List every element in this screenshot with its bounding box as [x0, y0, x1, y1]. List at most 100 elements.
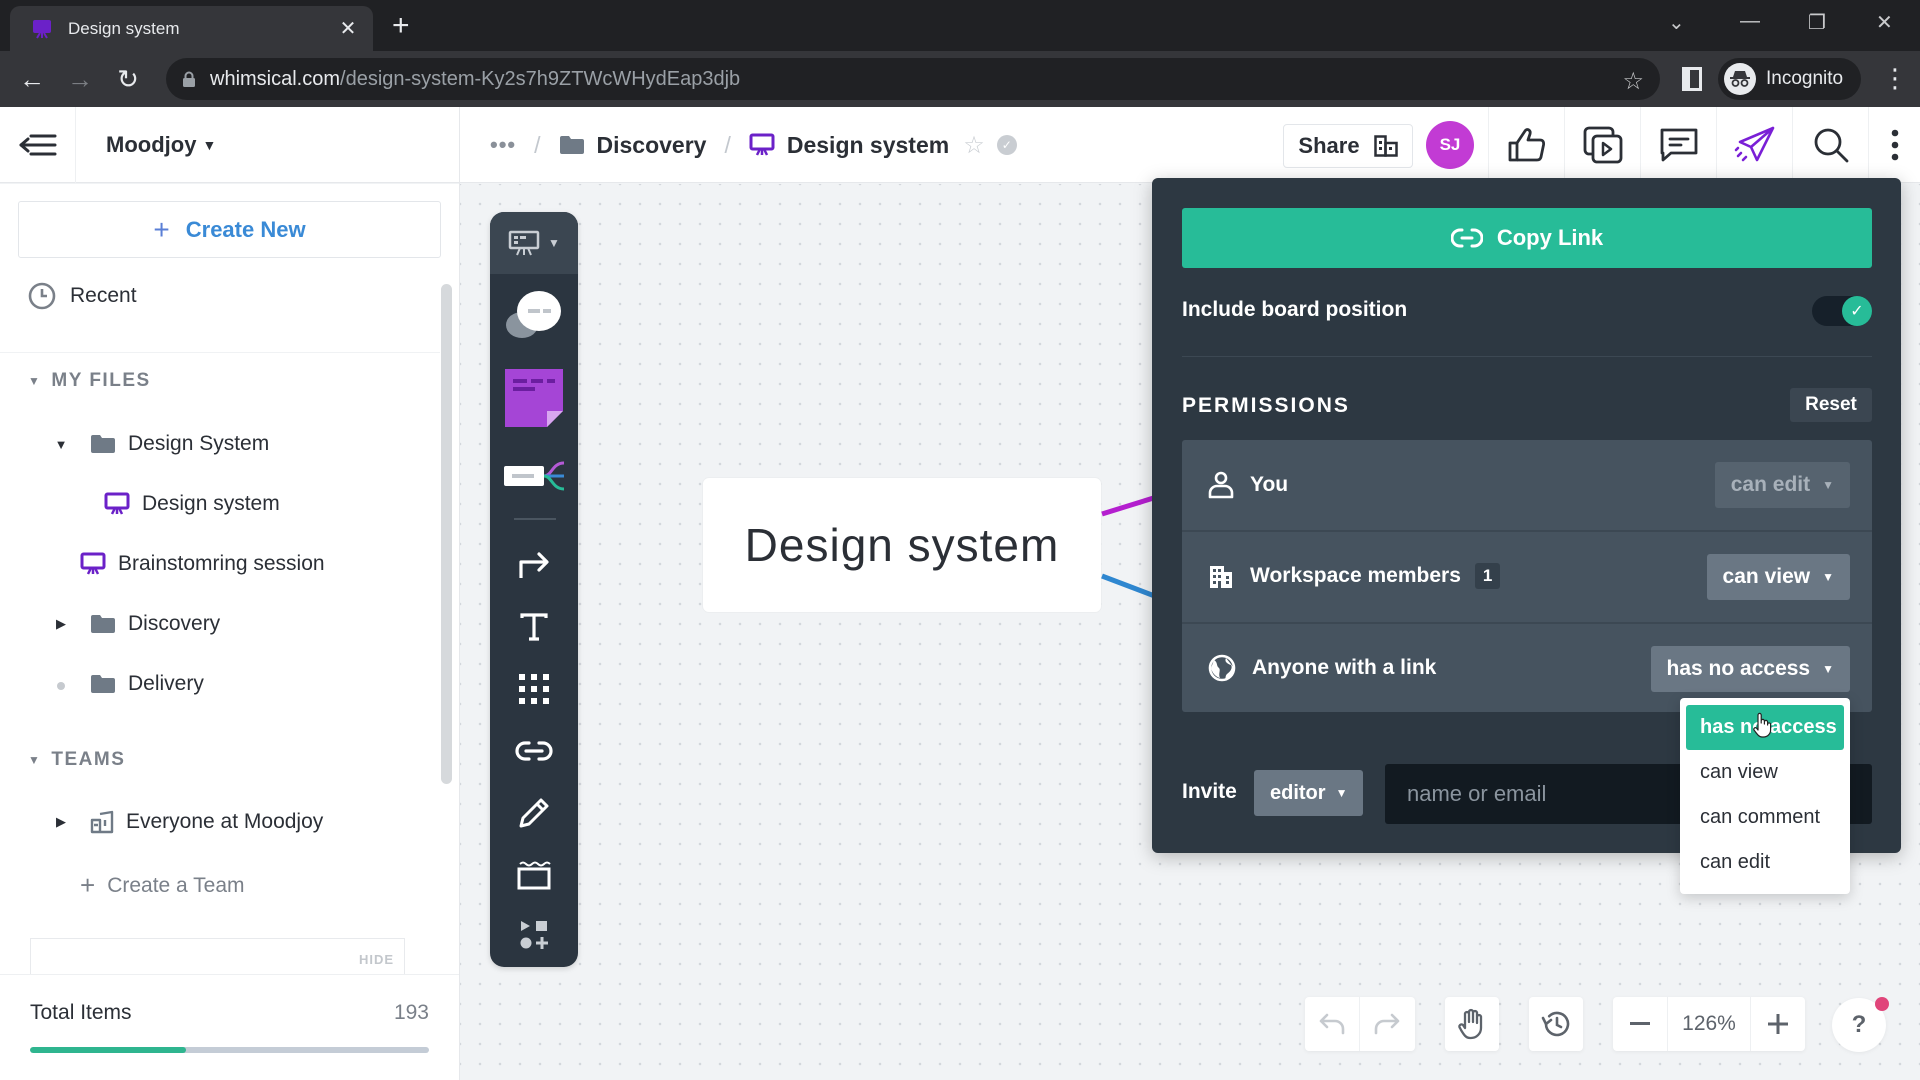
zoom-level-button[interactable]: 126%	[1668, 997, 1750, 1051]
invite-role-select[interactable]: editor ▼	[1254, 770, 1364, 816]
permission-select-workspace[interactable]: can view ▼	[1706, 554, 1850, 600]
sidebar-scrollbar[interactable]	[441, 284, 452, 784]
pan-hand-button[interactable]	[1445, 997, 1499, 1051]
create-new-button[interactable]: + Create New	[18, 201, 441, 258]
tab-search-icon[interactable]: ⌄	[1668, 10, 1685, 35]
workspace-switcher[interactable]: Moodjoy ▼	[106, 107, 216, 183]
more-menu-button[interactable]	[1868, 107, 1920, 183]
address-bar: ← → ↻ whimsical.com/design-system-Ky2s7h…	[0, 51, 1920, 107]
tree-item-label: Delivery	[128, 672, 204, 695]
reload-icon[interactable]: ↻	[112, 63, 144, 95]
breadcrumb-more-button[interactable]: •••	[490, 132, 516, 158]
close-window-button[interactable]: ✕	[1876, 10, 1893, 35]
section-tool[interactable]	[490, 844, 578, 906]
copy-link-label: Copy Link	[1496, 225, 1604, 250]
search-button[interactable]	[1792, 107, 1868, 183]
more-shapes-tool[interactable]	[490, 906, 578, 964]
workspace-building-icon	[1373, 135, 1398, 157]
sidebar-item-recent[interactable]: Recent	[28, 282, 137, 310]
send-button[interactable]	[1716, 107, 1792, 183]
browser-tab[interactable]: Design system ✕	[10, 6, 373, 51]
dropdown-option-can-view[interactable]: can view	[1686, 750, 1844, 795]
zoom-level: 126%	[1682, 1012, 1736, 1035]
url-field[interactable]: whimsical.com/design-system-Ky2s7h9ZTWcW…	[166, 58, 1660, 100]
board-icon	[80, 552, 106, 575]
present-button[interactable]	[1564, 107, 1640, 183]
tab-title: Design system	[68, 18, 180, 38]
breadcrumb-folder[interactable]: Discovery	[597, 132, 707, 159]
pan-tool-group	[1445, 997, 1499, 1051]
link-tool[interactable]	[490, 720, 578, 782]
caret-right-icon[interactable]: ▶	[50, 616, 72, 632]
tree-item-board[interactable]: Design system	[104, 492, 280, 516]
permission-value: has no access	[1666, 657, 1811, 680]
connector-arrow-icon	[519, 552, 549, 578]
favorite-star-icon[interactable]: ☆	[963, 131, 985, 160]
restore-button[interactable]: ❐	[1808, 10, 1826, 35]
globe-icon	[1208, 654, 1236, 682]
tree-item-board[interactable]: Brainstomring session	[80, 552, 325, 576]
dropdown-option-can-comment[interactable]: can comment	[1686, 795, 1844, 840]
board-icon	[749, 133, 775, 156]
minus-icon	[1630, 1022, 1650, 1025]
section-label: TEAMS	[51, 749, 126, 770]
side-panel-icon[interactable]	[1682, 67, 1702, 91]
tree-item-folder[interactable]: Delivery	[50, 672, 204, 696]
caret-down-icon[interactable]: ▼	[50, 437, 72, 452]
share-button[interactable]: Share	[1283, 124, 1413, 168]
pencil-tool[interactable]	[490, 782, 578, 844]
minimize-button[interactable]: —	[1740, 10, 1760, 33]
chevron-down-icon: ▼	[1335, 786, 1348, 800]
back-icon[interactable]: ←	[16, 63, 48, 95]
undo-redo-group	[1305, 997, 1415, 1051]
undo-button[interactable]	[1305, 997, 1359, 1051]
tree-item-folder[interactable]: ▼ Design System	[50, 432, 270, 456]
grid-tool[interactable]	[490, 658, 578, 720]
permission-select-you: can edit ▼	[1714, 462, 1850, 508]
tree-item-label: Everyone at Moodjoy	[126, 810, 324, 833]
section-teams[interactable]: ▼ TEAMS	[28, 749, 125, 771]
history-button[interactable]	[1529, 997, 1583, 1051]
caret-right-icon[interactable]: ▶	[50, 814, 72, 830]
browser-menu-icon[interactable]: ⋮	[1882, 63, 1908, 93]
connector-tool[interactable]	[490, 534, 578, 596]
zoom-in-button[interactable]	[1751, 997, 1805, 1051]
plus-icon: +	[153, 213, 170, 245]
section-frame-icon	[517, 861, 551, 890]
text-tool[interactable]	[490, 596, 578, 658]
breadcrumb-board[interactable]: Design system	[787, 132, 949, 159]
tree-item-folder[interactable]: ▶ Discovery	[50, 612, 220, 636]
incognito-badge[interactable]: Incognito	[1718, 58, 1862, 100]
new-tab-button[interactable]: +	[392, 11, 410, 41]
comments-button[interactable]	[1640, 107, 1716, 183]
reset-permissions-button[interactable]: Reset	[1790, 388, 1872, 422]
comment-shape-tool[interactable]	[490, 276, 578, 354]
bookmark-star-icon[interactable]: ☆	[1622, 67, 1644, 96]
zoom-out-button[interactable]	[1613, 997, 1667, 1051]
mindmap-tool[interactable]	[490, 442, 578, 512]
hide-button[interactable]: HIDE	[359, 952, 394, 967]
user-avatar[interactable]: SJ	[1426, 121, 1474, 169]
tree-item-team[interactable]: ▶ Everyone at Moodjoy	[50, 810, 323, 834]
include-board-position-toggle[interactable]: ✓	[1812, 296, 1872, 326]
copy-link-button[interactable]: Copy Link	[1182, 208, 1872, 268]
breadcrumb: ••• / Discovery / Design system ☆ ✓	[490, 107, 1017, 183]
collapse-sidebar-button[interactable]	[0, 107, 76, 183]
like-button[interactable]	[1488, 107, 1564, 183]
tree-item-label: Discovery	[128, 612, 221, 635]
zoom-controls: 126%	[1613, 997, 1805, 1051]
redo-button[interactable]	[1360, 997, 1414, 1051]
invite-label: Invite	[1182, 780, 1237, 803]
permission-select-link[interactable]: has no access ▼	[1650, 646, 1850, 692]
total-items-label: Total Items	[30, 1001, 132, 1024]
mindmap-root-node[interactable]: Design system	[703, 478, 1101, 612]
section-my-files[interactable]: ▼ MY FILES	[28, 370, 151, 392]
sticky-note-tool[interactable]	[490, 358, 578, 438]
close-tab-icon[interactable]: ✕	[337, 16, 359, 41]
board-type-selector[interactable]: ▼	[490, 212, 578, 274]
tree-item-label: Design System	[128, 432, 270, 455]
create-team-button[interactable]: + Create a Team	[80, 870, 245, 901]
forward-icon[interactable]: →	[64, 63, 96, 95]
dropdown-option-can-edit[interactable]: can edit	[1686, 840, 1844, 885]
member-count-badge: 1	[1474, 563, 1501, 589]
